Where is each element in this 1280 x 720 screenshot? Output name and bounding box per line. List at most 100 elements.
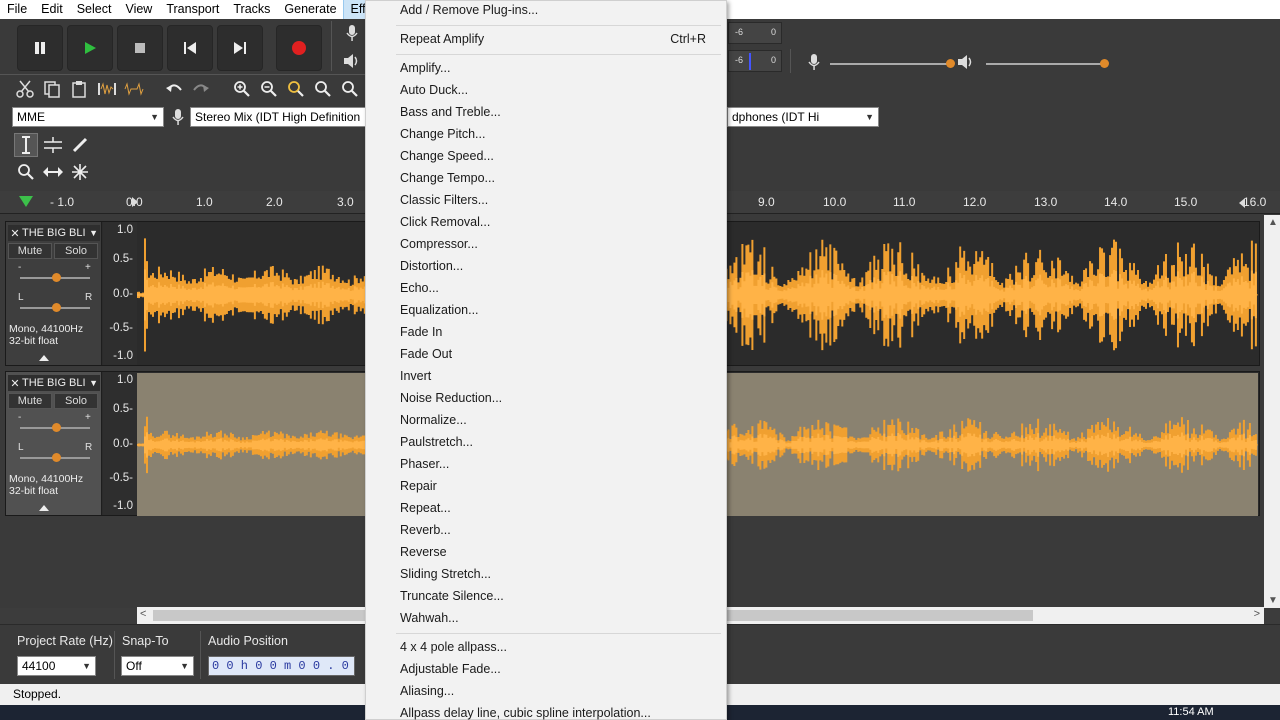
effect-menu-item[interactable]: Reverse: [400, 545, 447, 559]
zoom-tool-icon[interactable]: [14, 160, 38, 184]
effect-menu-item[interactable]: Repeat Amplify: [400, 32, 484, 46]
undo-icon[interactable]: [162, 77, 186, 101]
vertical-scale[interactable]: 1.0 0.5- 0.0- -0.5- -1.0: [103, 222, 137, 365]
audio-host-select[interactable]: MME ▼: [12, 107, 164, 127]
scroll-down-icon[interactable]: ▼: [1268, 595, 1278, 606]
effect-menu-item[interactable]: Repeat...: [400, 501, 451, 515]
project-rate-select[interactable]: 44100 ▼: [17, 656, 96, 676]
effect-menu-item[interactable]: Wahwah...: [400, 611, 459, 625]
effect-menu-item[interactable]: 4 x 4 pole allpass...: [400, 640, 507, 654]
record-meter-mic-icon[interactable]: [340, 21, 364, 45]
trim-audio-icon[interactable]: [95, 77, 119, 101]
draw-tool-icon[interactable]: [68, 133, 92, 157]
playback-device-select[interactable]: dphones (IDT Hi ▼: [727, 107, 879, 127]
menu-edit[interactable]: Edit: [34, 0, 70, 19]
effect-menu-item[interactable]: Amplify...: [400, 61, 450, 75]
zoom-in-icon[interactable]: [230, 77, 254, 101]
track-control-panel[interactable]: ✕ THE BIG BLI ▼ Mute Solo - + L R Mono, …: [6, 222, 102, 365]
audio-position-field[interactable]: 0 0 h 0 0 m 0 0 . 0 0 0 s: [208, 656, 355, 676]
effect-menu-item[interactable]: Change Tempo...: [400, 171, 495, 185]
collapse-track-icon[interactable]: [38, 501, 50, 515]
effect-menu-item[interactable]: Invert: [400, 369, 431, 383]
record-button[interactable]: [276, 25, 322, 71]
effect-menu-item[interactable]: Echo...: [400, 281, 439, 295]
pan-slider-thumb[interactable]: [52, 453, 61, 462]
effect-menu-item[interactable]: Add / Remove Plug-ins...: [400, 3, 538, 17]
pan-slider-thumb[interactable]: [52, 303, 61, 312]
effect-menu-item[interactable]: Auto Duck...: [400, 83, 468, 97]
gain-slider-thumb[interactable]: [52, 423, 61, 432]
effect-menu-item[interactable]: Change Speed...: [400, 149, 494, 163]
pan-slider[interactable]: [20, 453, 90, 462]
playback-volume-slider[interactable]: [986, 59, 1109, 68]
time-shift-tool-icon[interactable]: [41, 160, 65, 184]
effect-menu-item[interactable]: Allpass delay line, cubic spline interpo…: [400, 706, 651, 720]
effect-menu-item[interactable]: Truncate Silence...: [400, 589, 504, 603]
gain-slider[interactable]: [20, 273, 90, 282]
collapse-track-icon[interactable]: [38, 351, 50, 365]
redo-icon[interactable]: [189, 77, 213, 101]
multi-tool-icon[interactable]: [68, 160, 92, 184]
effect-menu-item[interactable]: Change Pitch...: [400, 127, 485, 141]
effect-menu-item[interactable]: Adjustable Fade...: [400, 662, 501, 676]
effect-menu-item[interactable]: Aliasing...: [400, 684, 454, 698]
menu-select[interactable]: Select: [70, 0, 119, 19]
recording-volume-slider[interactable]: [830, 59, 955, 68]
scroll-left-icon[interactable]: <: [140, 608, 146, 620]
effect-menu-item[interactable]: Compressor...: [400, 237, 478, 251]
menu-view[interactable]: View: [118, 0, 159, 19]
envelope-tool-icon[interactable]: [41, 133, 65, 157]
cut-icon[interactable]: [13, 77, 37, 101]
snap-to-select[interactable]: Off ▼: [121, 656, 194, 676]
effect-menu-item[interactable]: Repair: [400, 479, 437, 493]
vertical-scrollbar[interactable]: ▲ ▼: [1264, 215, 1280, 608]
effect-menu-item[interactable]: Normalize...: [400, 413, 467, 427]
playback-meter-speaker-icon[interactable]: [340, 49, 364, 73]
pinned-play-head-icon[interactable]: [18, 194, 34, 211]
menu-tracks[interactable]: Tracks: [226, 0, 277, 19]
effect-menu-item[interactable]: Reverb...: [400, 523, 451, 537]
gain-slider[interactable]: [20, 423, 90, 432]
zoom-out-icon[interactable]: [257, 77, 281, 101]
effect-menu-item[interactable]: Bass and Treble...: [400, 105, 501, 119]
skip-end-button[interactable]: [217, 25, 263, 71]
copy-icon[interactable]: [40, 77, 64, 101]
vertical-scale[interactable]: 1.0 0.5- 0.0- -0.5- -1.0: [103, 372, 137, 515]
scroll-up-icon[interactable]: ▲: [1268, 217, 1278, 228]
pause-button[interactable]: [17, 25, 63, 71]
scroll-right-icon[interactable]: >: [1254, 608, 1260, 620]
effect-menu-item[interactable]: Fade In: [400, 325, 442, 339]
track-name-menu[interactable]: ✕ THE BIG BLI ▼: [8, 225, 100, 241]
close-track-icon[interactable]: ✕: [8, 227, 22, 240]
menu-file[interactable]: File: [0, 0, 34, 19]
stop-button[interactable]: [117, 25, 163, 71]
play-button[interactable]: [67, 25, 113, 71]
effect-menu-item[interactable]: Classic Filters...: [400, 193, 488, 207]
skip-start-button[interactable]: [167, 25, 213, 71]
mute-button[interactable]: Mute: [8, 393, 52, 409]
fit-project-icon[interactable]: [311, 77, 335, 101]
menu-generate[interactable]: Generate: [277, 0, 343, 19]
solo-button[interactable]: Solo: [54, 243, 98, 259]
record-meter[interactable]: -6 0: [728, 22, 782, 44]
playback-volume-thumb[interactable]: [1100, 59, 1109, 68]
track-name-menu[interactable]: ✕ THE BIG BLI ▼: [8, 375, 100, 391]
effect-menu-item[interactable]: Distortion...: [400, 259, 463, 273]
effect-menu-item[interactable]: Noise Reduction...: [400, 391, 502, 405]
gain-slider-thumb[interactable]: [52, 273, 61, 282]
effect-menu-item[interactable]: Phaser...: [400, 457, 449, 471]
playback-meter[interactable]: -6 0: [728, 50, 782, 72]
zoom-toggle-icon[interactable]: [338, 77, 362, 101]
menu-transport[interactable]: Transport: [159, 0, 226, 19]
fit-selection-icon[interactable]: [284, 77, 308, 101]
selection-tool-icon[interactable]: [14, 133, 38, 157]
pan-slider[interactable]: [20, 303, 90, 312]
effect-menu-item[interactable]: Fade Out: [400, 347, 452, 361]
solo-button[interactable]: Solo: [54, 393, 98, 409]
track-control-panel[interactable]: ✕ THE BIG BLI ▼ Mute Solo - + L R Mono, …: [6, 372, 102, 515]
effect-menu-item[interactable]: Paulstretch...: [400, 435, 473, 449]
effect-menu-item[interactable]: Equalization...: [400, 303, 479, 317]
paste-icon[interactable]: [67, 77, 91, 101]
mute-button[interactable]: Mute: [8, 243, 52, 259]
effect-menu-item[interactable]: Sliding Stretch...: [400, 567, 491, 581]
